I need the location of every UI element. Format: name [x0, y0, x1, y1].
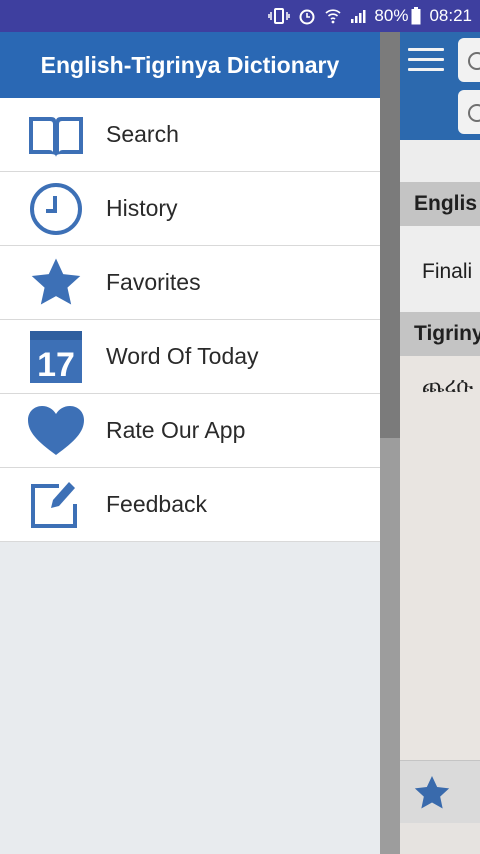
menu-label-feedback: Feedback [106, 491, 208, 517]
menu-item-feedback[interactable]: Feedback [0, 468, 380, 542]
menu-label-favorites: Favorites [106, 269, 201, 295]
menu-item-search[interactable]: Search [0, 98, 380, 172]
menu-item-rate-our-app[interactable]: Rate Our App [0, 394, 380, 468]
menu-item-word-of-today[interactable]: 17 Word Of Today [0, 320, 380, 394]
menu-item-favorites[interactable]: Favorites [0, 246, 380, 320]
calendar-icon: 17 [26, 327, 86, 387]
wifi-icon [324, 7, 342, 25]
drawer-title: English-Tigrinya Dictionary [0, 32, 380, 98]
book-icon [26, 105, 86, 165]
clock-icon [26, 179, 86, 239]
vibrate-icon [268, 7, 291, 25]
navigation-drawer: English-Tigrinya Dictionary Search Histo… [0, 32, 380, 854]
menu-item-history[interactable]: History [0, 172, 380, 246]
battery-icon [411, 7, 421, 25]
menu-label-search: Search [106, 121, 179, 147]
menu-label-word-of-today: Word Of Today [106, 343, 259, 369]
edit-icon [26, 475, 86, 535]
alarm-icon [298, 7, 316, 25]
menu-label-history: History [106, 195, 178, 221]
star-icon [26, 253, 86, 313]
signal-icon [350, 8, 366, 24]
calendar-day-number: 17 [37, 346, 75, 384]
battery-percent: 80% [374, 6, 409, 25]
status-bar: 80% 08:21 [0, 0, 480, 32]
menu-label-rate-our-app: Rate Our App [106, 417, 246, 443]
scrollbar-thumb[interactable] [380, 32, 400, 438]
clock-time: 08:21 [429, 6, 472, 25]
heart-icon [26, 401, 86, 461]
